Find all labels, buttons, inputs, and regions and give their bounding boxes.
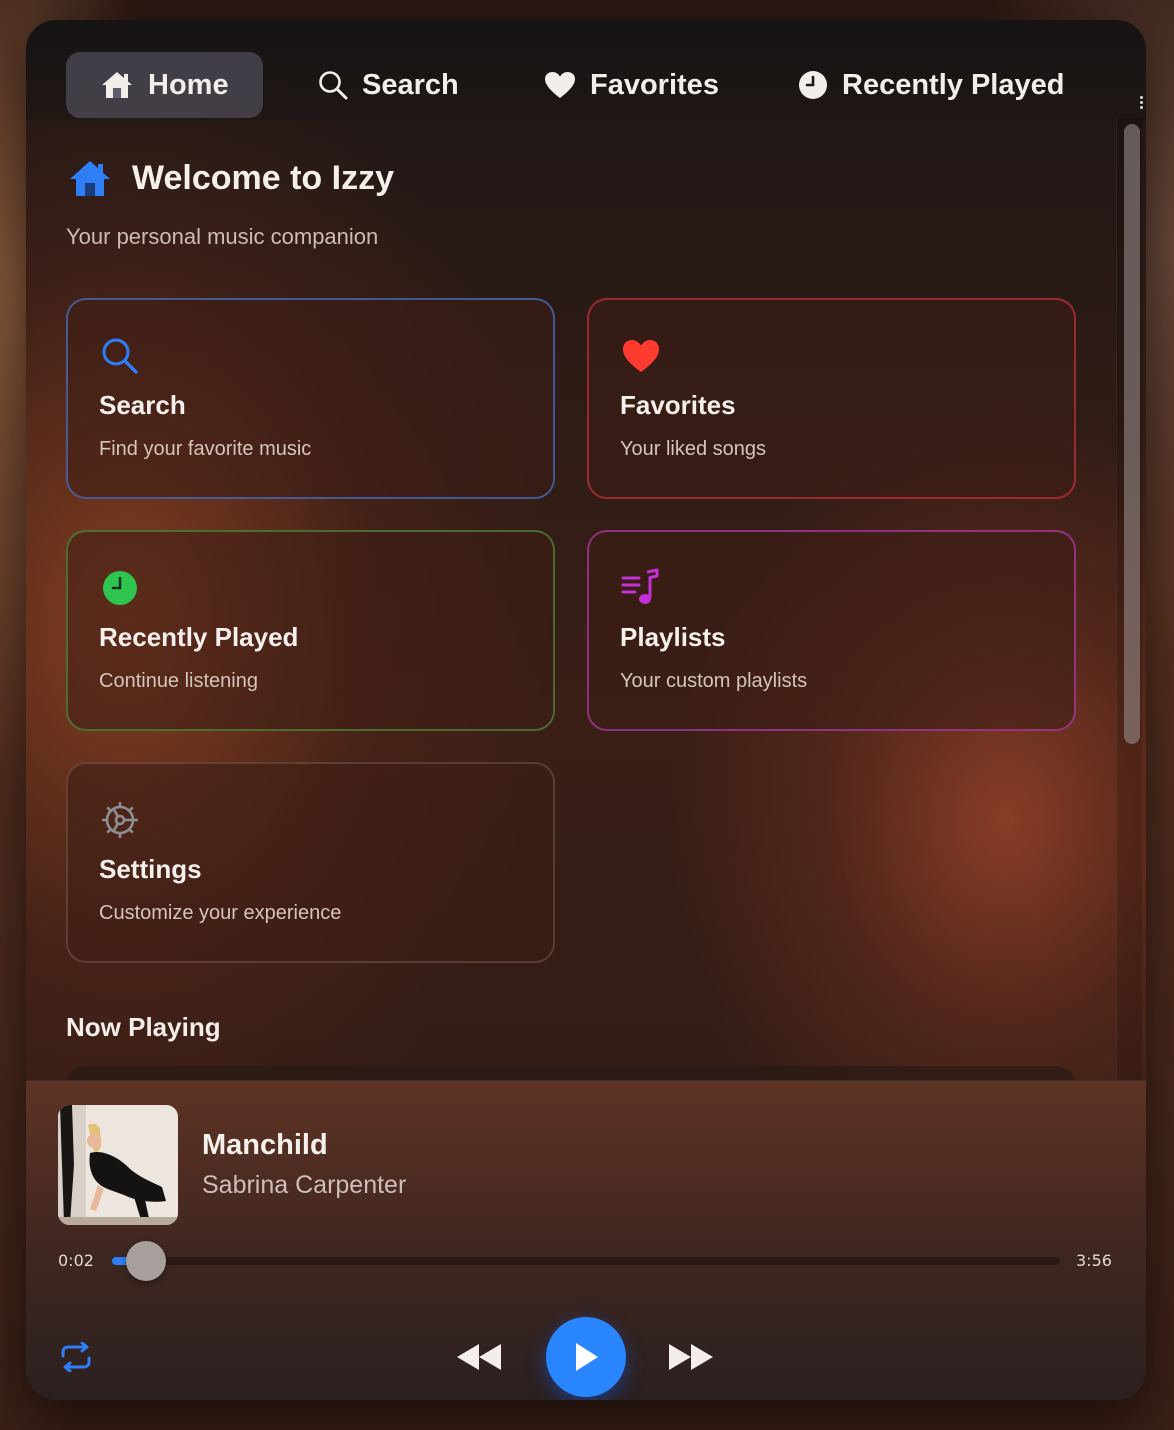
page-title: Welcome to Izzy [132, 158, 394, 197]
play-icon [576, 1343, 598, 1371]
tab-recently-played-label: Recently Played [842, 68, 1065, 101]
gear-icon [102, 802, 138, 838]
card-favorites[interactable]: Favorites Your liked songs [587, 298, 1076, 499]
rewind-icon [457, 1344, 501, 1370]
track-artist: Sabrina Carpenter [202, 1171, 407, 1199]
home-icon [70, 161, 110, 196]
page-subtitle: Your personal music companion [66, 224, 379, 249]
fast-forward-button[interactable] [666, 1337, 716, 1377]
card-title: Recently Played [99, 622, 299, 652]
tab-home[interactable]: Home [66, 52, 263, 118]
heart-icon [545, 72, 575, 98]
tab-favorites[interactable]: Favorites [510, 52, 753, 118]
card-title: Settings [99, 854, 202, 884]
scrollbar-thumb[interactable] [1124, 124, 1140, 744]
card-settings[interactable]: Settings Customize your experience [66, 762, 555, 963]
card-recently-played[interactable]: Recently Played Continue listening [66, 530, 555, 731]
card-playlists[interactable]: Playlists Your custom playlists [587, 530, 1076, 731]
card-title: Search [99, 390, 186, 420]
search-icon [319, 71, 348, 100]
fast-forward-icon [669, 1344, 713, 1370]
progress-knob[interactable] [126, 1241, 167, 1281]
card-description: Your liked songs [620, 438, 767, 460]
duration-time: 3:56 [1076, 1251, 1112, 1270]
album-art-image [58, 1105, 178, 1225]
more-tabs-indicator[interactable] [1140, 96, 1144, 111]
tab-favorites-label: Favorites [590, 68, 719, 101]
clock-icon [103, 571, 137, 605]
card-search[interactable]: Search Find your favorite music [66, 298, 555, 499]
card-description: Continue listening [99, 670, 258, 692]
top-nav: Home Search Favorites Recently Played [26, 20, 1146, 120]
tab-search[interactable]: Search [284, 52, 493, 118]
clock-icon [799, 71, 827, 99]
card-title: Favorites [620, 390, 736, 420]
current-time: 0:02 [58, 1251, 94, 1270]
card-description: Find your favorite music [99, 438, 312, 460]
repeat-icon [61, 1342, 91, 1372]
home-icon [102, 72, 132, 98]
card-description: Your custom playlists [620, 670, 808, 692]
card-description: Customize your experience [99, 902, 342, 924]
player-bar: Manchild Sabrina Carpenter 0:02 3:56 [26, 1080, 1146, 1400]
card-title: Playlists [620, 622, 726, 652]
album-art[interactable] [58, 1105, 178, 1225]
tab-recently-played[interactable]: Recently Played [764, 52, 1098, 118]
repeat-button[interactable] [58, 1339, 94, 1375]
search-icon [102, 338, 138, 374]
welcome-header: Welcome to Izzy [68, 158, 394, 198]
heart-icon [623, 340, 659, 372]
rewind-button[interactable] [454, 1337, 504, 1377]
tab-search-label: Search [362, 68, 459, 101]
app-window: Home Search Favorites Recently Played We… [26, 20, 1146, 1400]
play-button[interactable] [546, 1317, 626, 1397]
tab-home-label: Home [148, 68, 229, 101]
progress-bar[interactable] [112, 1241, 1060, 1281]
track-title: Manchild [202, 1129, 328, 1161]
now-playing-heading: Now Playing [66, 1012, 221, 1042]
music-list-icon [621, 568, 659, 604]
